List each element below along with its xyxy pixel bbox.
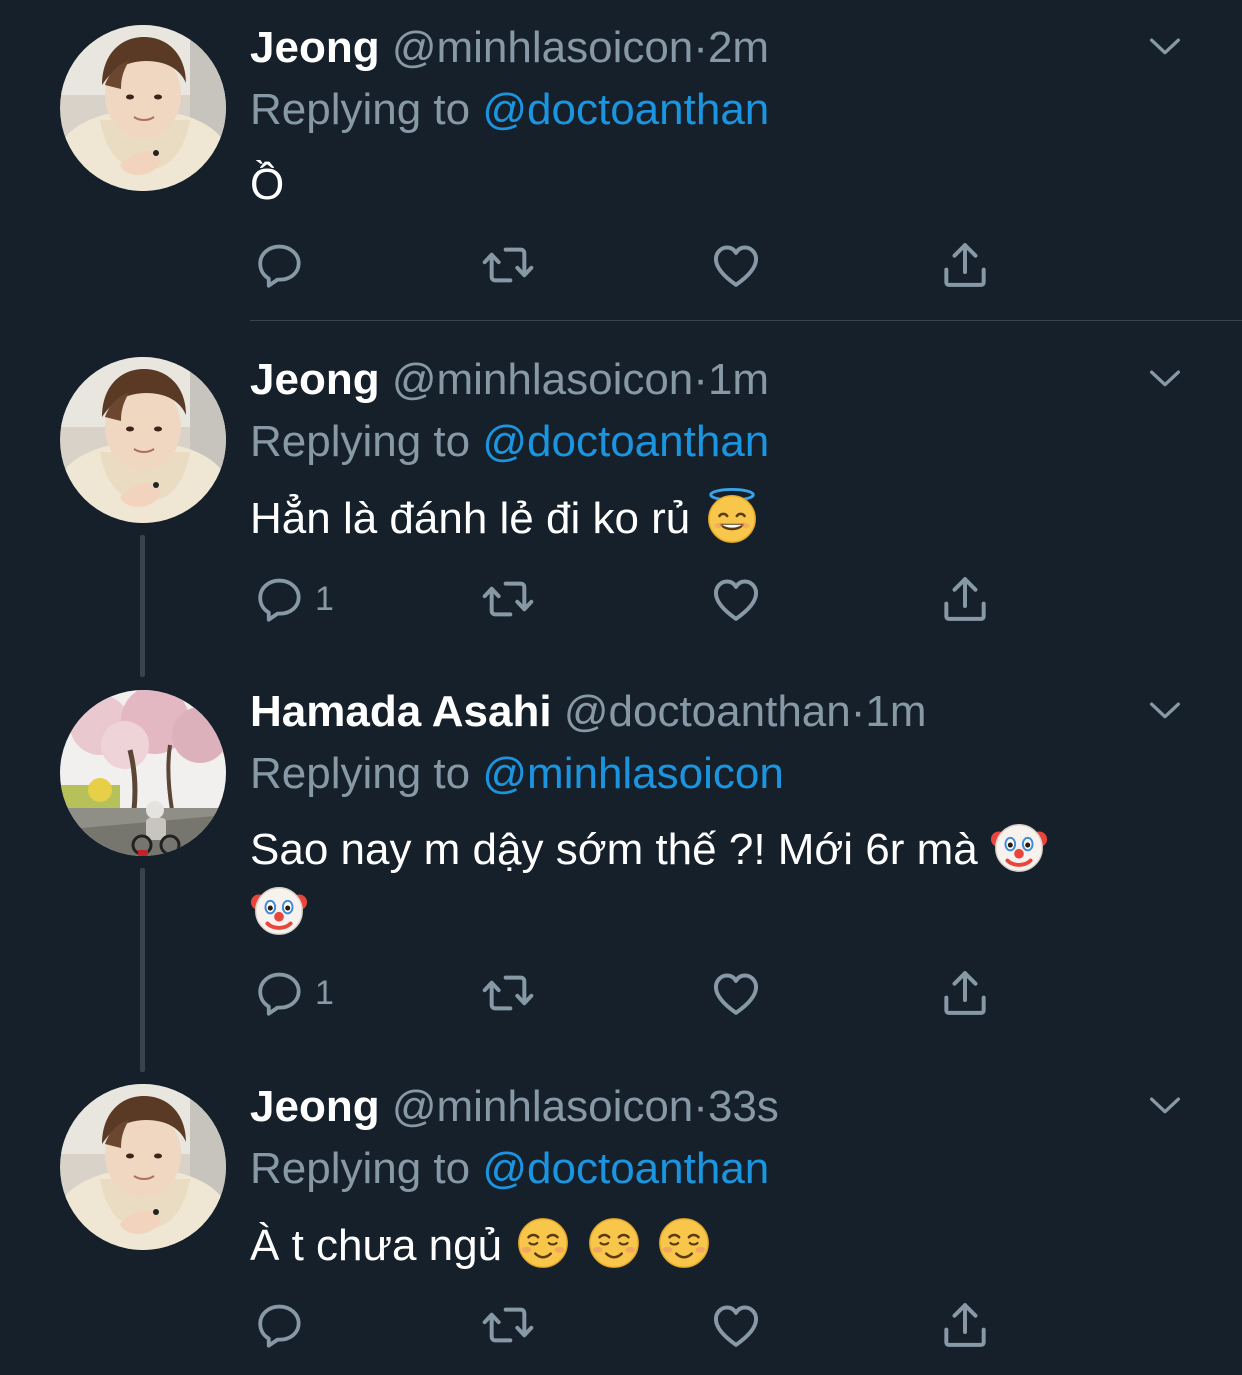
chevron-down-icon[interactable] (1145, 1085, 1185, 1125)
clown-emoji (250, 881, 308, 939)
display-name[interactable]: Jeong (250, 23, 380, 72)
timestamp[interactable]: 1m (865, 687, 926, 736)
separator-dot: · (693, 23, 708, 72)
avatar[interactable] (60, 1084, 226, 1250)
reply-icon (253, 966, 307, 1020)
reply-icon (253, 1298, 307, 1352)
replying-to-label: Replying to (250, 85, 471, 134)
share-button[interactable] (937, 238, 993, 292)
share-icon (937, 1297, 993, 1353)
user-handle[interactable]: @minhlasoicon (392, 355, 693, 404)
share-icon (937, 237, 993, 293)
like-button[interactable] (708, 1298, 764, 1352)
relieved-smile-emoji (514, 1214, 572, 1272)
display-name[interactable]: Jeong (250, 1082, 380, 1131)
chevron-down-icon[interactable] (1145, 358, 1185, 398)
jeong-avatar-image (60, 357, 226, 523)
chevron-down-icon[interactable] (1145, 690, 1185, 730)
jeong-avatar-image (60, 1084, 226, 1250)
user-handle[interactable]: @minhlasoicon (392, 23, 693, 72)
retweet-button[interactable] (480, 238, 536, 292)
thread-connector (140, 868, 145, 1072)
replying-to-label: Replying to (250, 749, 471, 798)
reply-button[interactable] (253, 1298, 307, 1352)
avatar[interactable] (60, 25, 226, 191)
reply-button[interactable]: 1 (253, 572, 334, 626)
timestamp[interactable]: 1m (708, 355, 769, 404)
share-button[interactable] (937, 966, 993, 1020)
user-handle[interactable]: @minhlasoicon (392, 1082, 693, 1131)
retweet-button[interactable] (480, 966, 536, 1020)
share-icon (937, 571, 993, 627)
cherry-blossom-bicycle-avatar-image (60, 690, 226, 856)
reply-mention-link[interactable]: @doctoanthan (482, 85, 769, 134)
thread-connector (140, 535, 145, 677)
tweet-text: Hẳn là đánh lẻ đi ko rủ (250, 487, 1170, 550)
retweet-icon (480, 571, 536, 627)
reply-button[interactable] (253, 238, 307, 292)
relieved-smile-emoji (655, 1214, 713, 1272)
user-handle[interactable]: @doctoanthan (564, 687, 851, 736)
retweet-button[interactable] (480, 1298, 536, 1352)
like-button[interactable] (708, 572, 764, 626)
display-name[interactable]: Hamada Asahi (250, 687, 552, 736)
reply-count: 1 (315, 579, 334, 618)
share-button[interactable] (937, 572, 993, 626)
like-button[interactable] (708, 966, 764, 1020)
reply-mention-link[interactable]: @minhlasoicon (482, 749, 783, 798)
retweet-icon (480, 965, 536, 1021)
reply-mention-link[interactable]: @doctoanthan (482, 417, 769, 466)
retweet-icon (480, 1297, 536, 1353)
chevron-down-icon[interactable] (1145, 26, 1185, 66)
avatar[interactable] (60, 690, 226, 856)
halo-smile-emoji (703, 487, 761, 545)
like-button[interactable] (708, 238, 764, 292)
reply-mention-link[interactable]: @doctoanthan (482, 1144, 769, 1193)
heart-icon (708, 571, 764, 627)
separator-dot: · (850, 687, 866, 736)
heart-icon (708, 1297, 764, 1353)
separator-dot: · (693, 355, 708, 404)
tweet-text: Sao nay m dậy sớm thế ?! Mới 6r mà (250, 818, 1170, 944)
divider (250, 320, 1242, 321)
reply-icon (253, 572, 307, 626)
tweet-text-content: Hẳn là đánh lẻ đi ko rủ (250, 494, 691, 543)
share-icon (937, 965, 993, 1021)
tweet[interactable]: Jeong @minhlasoicon·2m Replying to @doct… (0, 0, 1242, 321)
avatar[interactable] (60, 357, 226, 523)
heart-icon (708, 237, 764, 293)
relieved-smile-emoji (585, 1214, 643, 1272)
tweet-text-content: Ồ (250, 160, 285, 209)
reply-icon (253, 238, 307, 292)
timestamp[interactable]: 33s (708, 1082, 779, 1131)
separator-dot: · (693, 1082, 708, 1131)
retweet-icon (480, 237, 536, 293)
reply-button[interactable]: 1 (253, 966, 334, 1020)
reply-count: 1 (315, 973, 334, 1012)
share-button[interactable] (937, 1298, 993, 1352)
tweet-text: Ồ (250, 154, 1170, 216)
tweet-text-content: Sao nay m dậy sớm thế ?! Mới 6r mà (250, 825, 978, 874)
clown-emoji (990, 818, 1048, 876)
display-name[interactable]: Jeong (250, 355, 380, 404)
timestamp[interactable]: 2m (708, 23, 769, 72)
retweet-button[interactable] (480, 572, 536, 626)
tweet-text: À t chưa ngủ (250, 1214, 1170, 1277)
tweet-text-content: À t chưa ngủ (250, 1221, 503, 1270)
heart-icon (708, 965, 764, 1021)
jeong-avatar-image (60, 25, 226, 191)
replying-to-label: Replying to (250, 1144, 471, 1193)
replying-to-label: Replying to (250, 417, 471, 466)
